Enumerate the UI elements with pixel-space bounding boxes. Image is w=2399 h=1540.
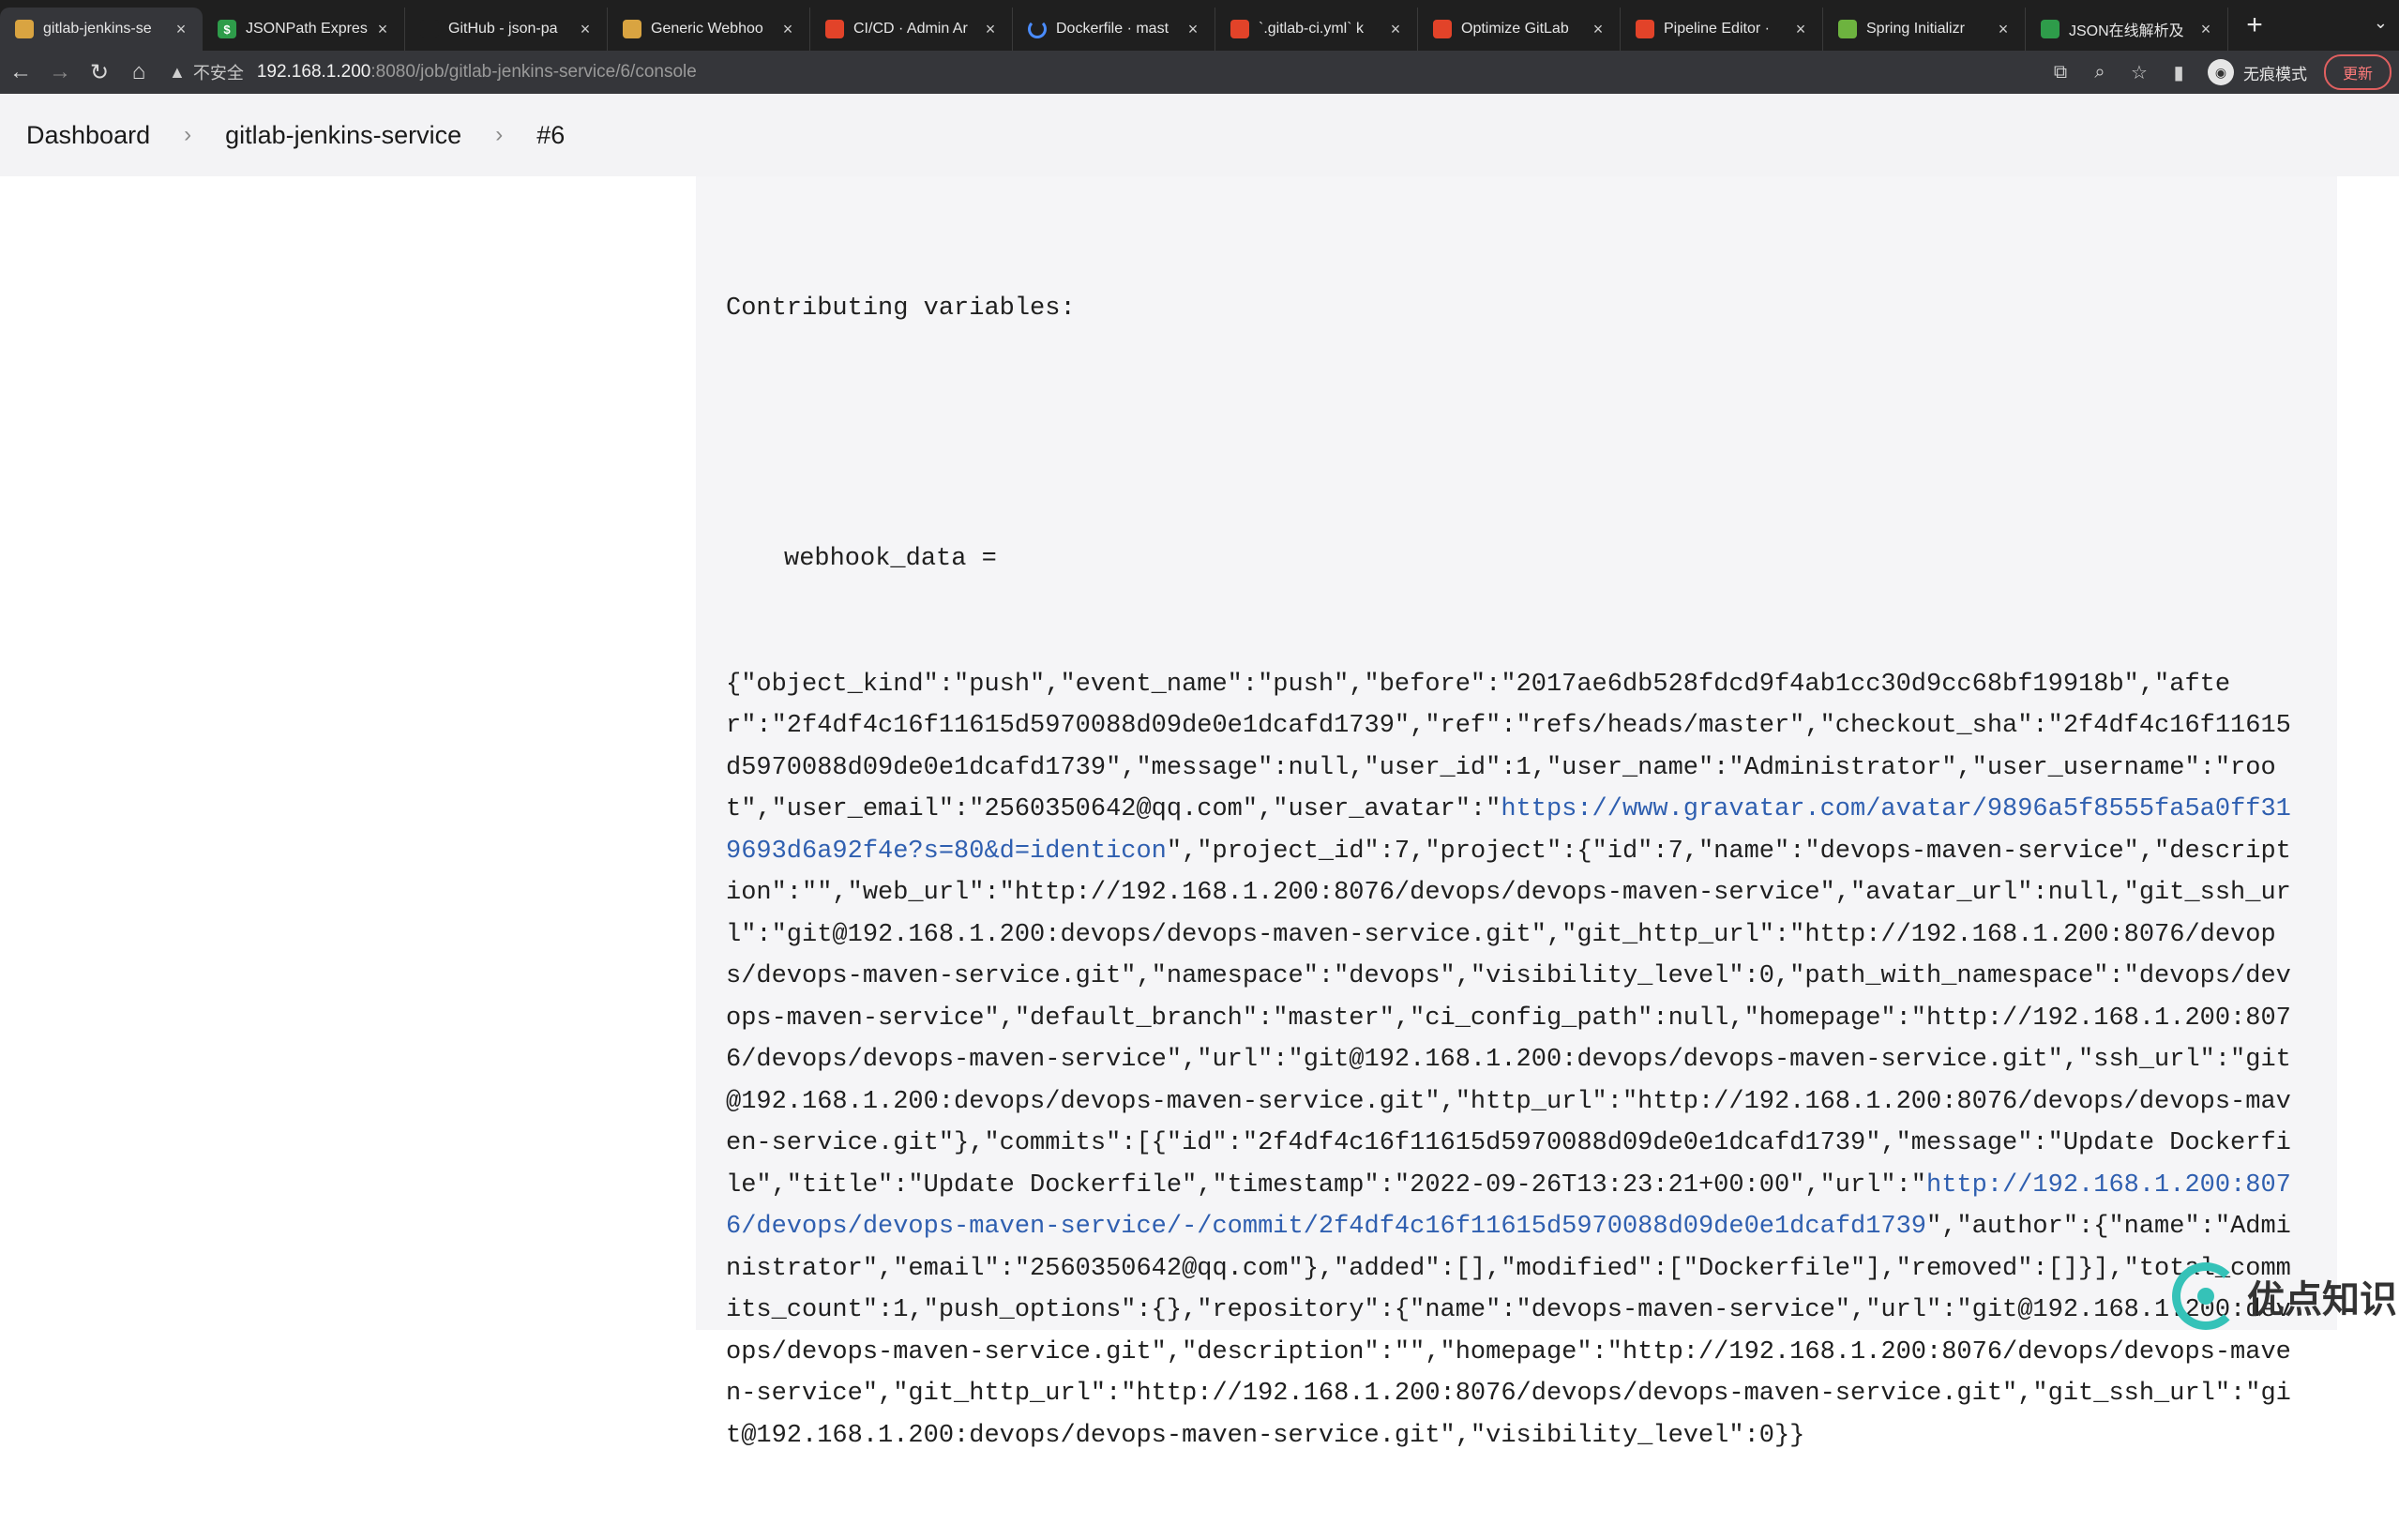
- tab-close-icon[interactable]: ×: [779, 20, 796, 39]
- breadcrumb-build[interactable]: #6: [536, 121, 565, 150]
- browser-tab-title: `.gitlab-ci.yml` k: [1259, 21, 1365, 37]
- console-variable-line: webhook_data =: [784, 545, 997, 573]
- tab-close-icon[interactable]: ×: [577, 20, 594, 39]
- browser-tab[interactable]: Optimize GitLab ×: [1418, 8, 1621, 51]
- browser-tab[interactable]: `.gitlab-ci.yml` k ×: [1215, 8, 1418, 51]
- zoom-icon[interactable]: ⌕: [2080, 62, 2120, 83]
- json-favicon-icon: [2041, 20, 2060, 38]
- browser-tab[interactable]: JSON在线解析及 ×: [2026, 8, 2228, 51]
- bookmark-star-icon[interactable]: ☆: [2120, 61, 2159, 84]
- console-text: ","project_id":7,"project":{"id":7,"name…: [726, 837, 2291, 1200]
- loading-favicon-icon: [1028, 20, 1047, 38]
- breadcrumb: Dashboard › gitlab-jenkins-service › #6: [0, 94, 2399, 176]
- browser-toolbar: ← → ↻ ⌂ ▲ 不安全 192.168.1.200 :8080/job/gi…: [0, 51, 2399, 94]
- gitlab-favicon-icon: [1636, 20, 1654, 38]
- tab-close-icon[interactable]: ×: [1387, 20, 1404, 39]
- breadcrumb-job[interactable]: gitlab-jenkins-service: [225, 121, 461, 150]
- browser-tab-title: gitlab-jenkins-se: [43, 21, 152, 37]
- right-gutter: [2337, 176, 2399, 1330]
- console-output: Contributing variables: webhook_data = {…: [726, 204, 2297, 1540]
- tab-close-icon[interactable]: ×: [982, 20, 999, 39]
- tab-search-chevron-icon[interactable]: ⌄: [2374, 13, 2388, 33]
- translate-icon[interactable]: ⧉: [2041, 62, 2080, 83]
- reload-icon[interactable]: ↻: [81, 59, 118, 86]
- console-heading: Contributing variables:: [726, 294, 1076, 323]
- browser-tab-title: Optimize GitLab: [1461, 21, 1569, 37]
- url-host: 192.168.1.200: [256, 62, 371, 82]
- browser-tab-title: Spring Initializr: [1866, 21, 1965, 37]
- sidebar: [0, 176, 696, 1330]
- forward-arrow-icon[interactable]: →: [41, 59, 79, 85]
- new-tab-button[interactable]: +: [2236, 9, 2273, 41]
- gitlab-favicon-icon: [1230, 20, 1249, 38]
- tab-close-icon[interactable]: ×: [1184, 20, 1201, 39]
- side-panel-icon[interactable]: ▮: [2159, 61, 2198, 84]
- update-button[interactable]: 更新: [2323, 54, 2391, 90]
- incognito-avatar-icon[interactable]: ◉: [2207, 59, 2234, 85]
- browser-tab[interactable]: Pipeline Editor · ×: [1621, 8, 1823, 51]
- tab-close-icon[interactable]: ×: [374, 20, 391, 39]
- browser-tab[interactable]: CI/CD · Admin Ar ×: [810, 8, 1013, 51]
- browser-tab-title: Pipeline Editor ·: [1664, 21, 1770, 37]
- tab-close-icon[interactable]: ×: [1590, 20, 1607, 39]
- jenkins-favicon-icon: [15, 20, 34, 38]
- insecure-label: 不安全: [192, 64, 244, 83]
- github-favicon-icon: [420, 20, 439, 38]
- browser-tab-title: Dockerfile · mast: [1056, 21, 1169, 37]
- breadcrumb-chevron-icon: ›: [184, 122, 192, 147]
- home-icon[interactable]: ⌂: [120, 59, 158, 85]
- watermark: 优点知识: [2172, 1262, 2397, 1330]
- browser-tab-title: CI/CD · Admin Ar: [853, 21, 968, 37]
- gitlab-favicon-icon: [1433, 20, 1452, 38]
- tab-close-icon[interactable]: ×: [173, 20, 189, 39]
- browser-tab[interactable]: Generic Webhoo ×: [608, 8, 810, 51]
- browser-tab[interactable]: GitHub - json-pa ×: [405, 8, 608, 51]
- breadcrumb-chevron-icon: ›: [495, 122, 504, 147]
- incognito-label: 无痕模式: [2242, 65, 2307, 83]
- watermark-text: 优点知识: [2247, 1278, 2397, 1321]
- browser-tab[interactable]: Spring Initializr ×: [1823, 8, 2026, 51]
- browser-tab[interactable]: Dockerfile · mast ×: [1013, 8, 1215, 51]
- webhook-data-json: {"object_kind":"push","event_name":"push…: [726, 664, 2297, 1457]
- browser-tab-title: GitHub - json-pa: [448, 21, 558, 37]
- warning-triangle-icon: ▲: [169, 62, 186, 82]
- breadcrumb-dashboard[interactable]: Dashboard: [26, 121, 150, 150]
- tab-close-icon[interactable]: ×: [2197, 20, 2214, 39]
- browser-tab-title: Generic Webhoo: [651, 21, 763, 37]
- browser-tab[interactable]: $ JSONPath Expres ×: [203, 8, 405, 51]
- browser-tab-strip: gitlab-jenkins-se × $ JSONPath Expres × GitHu…: [0, 0, 2399, 51]
- browser-tab-title: JSONPath Expres: [246, 21, 368, 37]
- $-favicon-icon: $: [218, 20, 236, 38]
- back-arrow-icon[interactable]: ←: [2, 59, 39, 85]
- console-output-panel: Contributing variables: webhook_data = {…: [696, 176, 2337, 1450]
- console-text: ","author":{"name":"Administrator","emai…: [726, 1213, 2291, 1450]
- jenkins-favicon-icon: [623, 20, 641, 38]
- gitlab-favicon-icon: [825, 20, 844, 38]
- watermark-logo-icon: [2172, 1262, 2240, 1330]
- tab-close-icon[interactable]: ×: [1792, 20, 1809, 39]
- url-path: :8080/job/gitlab-jenkins-service/6/conso…: [370, 62, 697, 82]
- browser-tab-title: JSON在线解析及: [2069, 23, 2184, 39]
- tab-close-icon[interactable]: ×: [1995, 20, 2012, 39]
- spring-favicon-icon: [1838, 20, 1857, 38]
- address-bar[interactable]: ▲ 不安全 192.168.1.200 :8080/job/gitlab-jen…: [169, 55, 697, 89]
- browser-tab[interactable]: gitlab-jenkins-se ×: [0, 8, 203, 51]
